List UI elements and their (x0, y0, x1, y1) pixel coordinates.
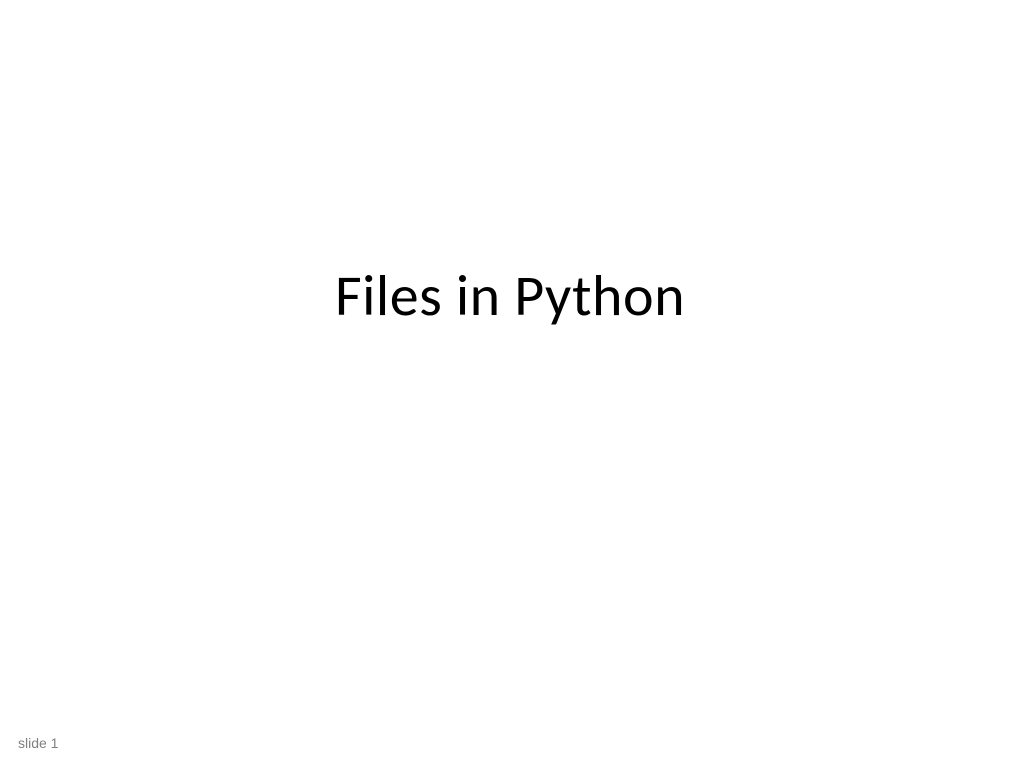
slide-container: Files in Python slide 1 (0, 0, 1020, 765)
slide-number-label: slide 1 (18, 735, 58, 751)
slide-title: Files in Python (0, 260, 1020, 331)
